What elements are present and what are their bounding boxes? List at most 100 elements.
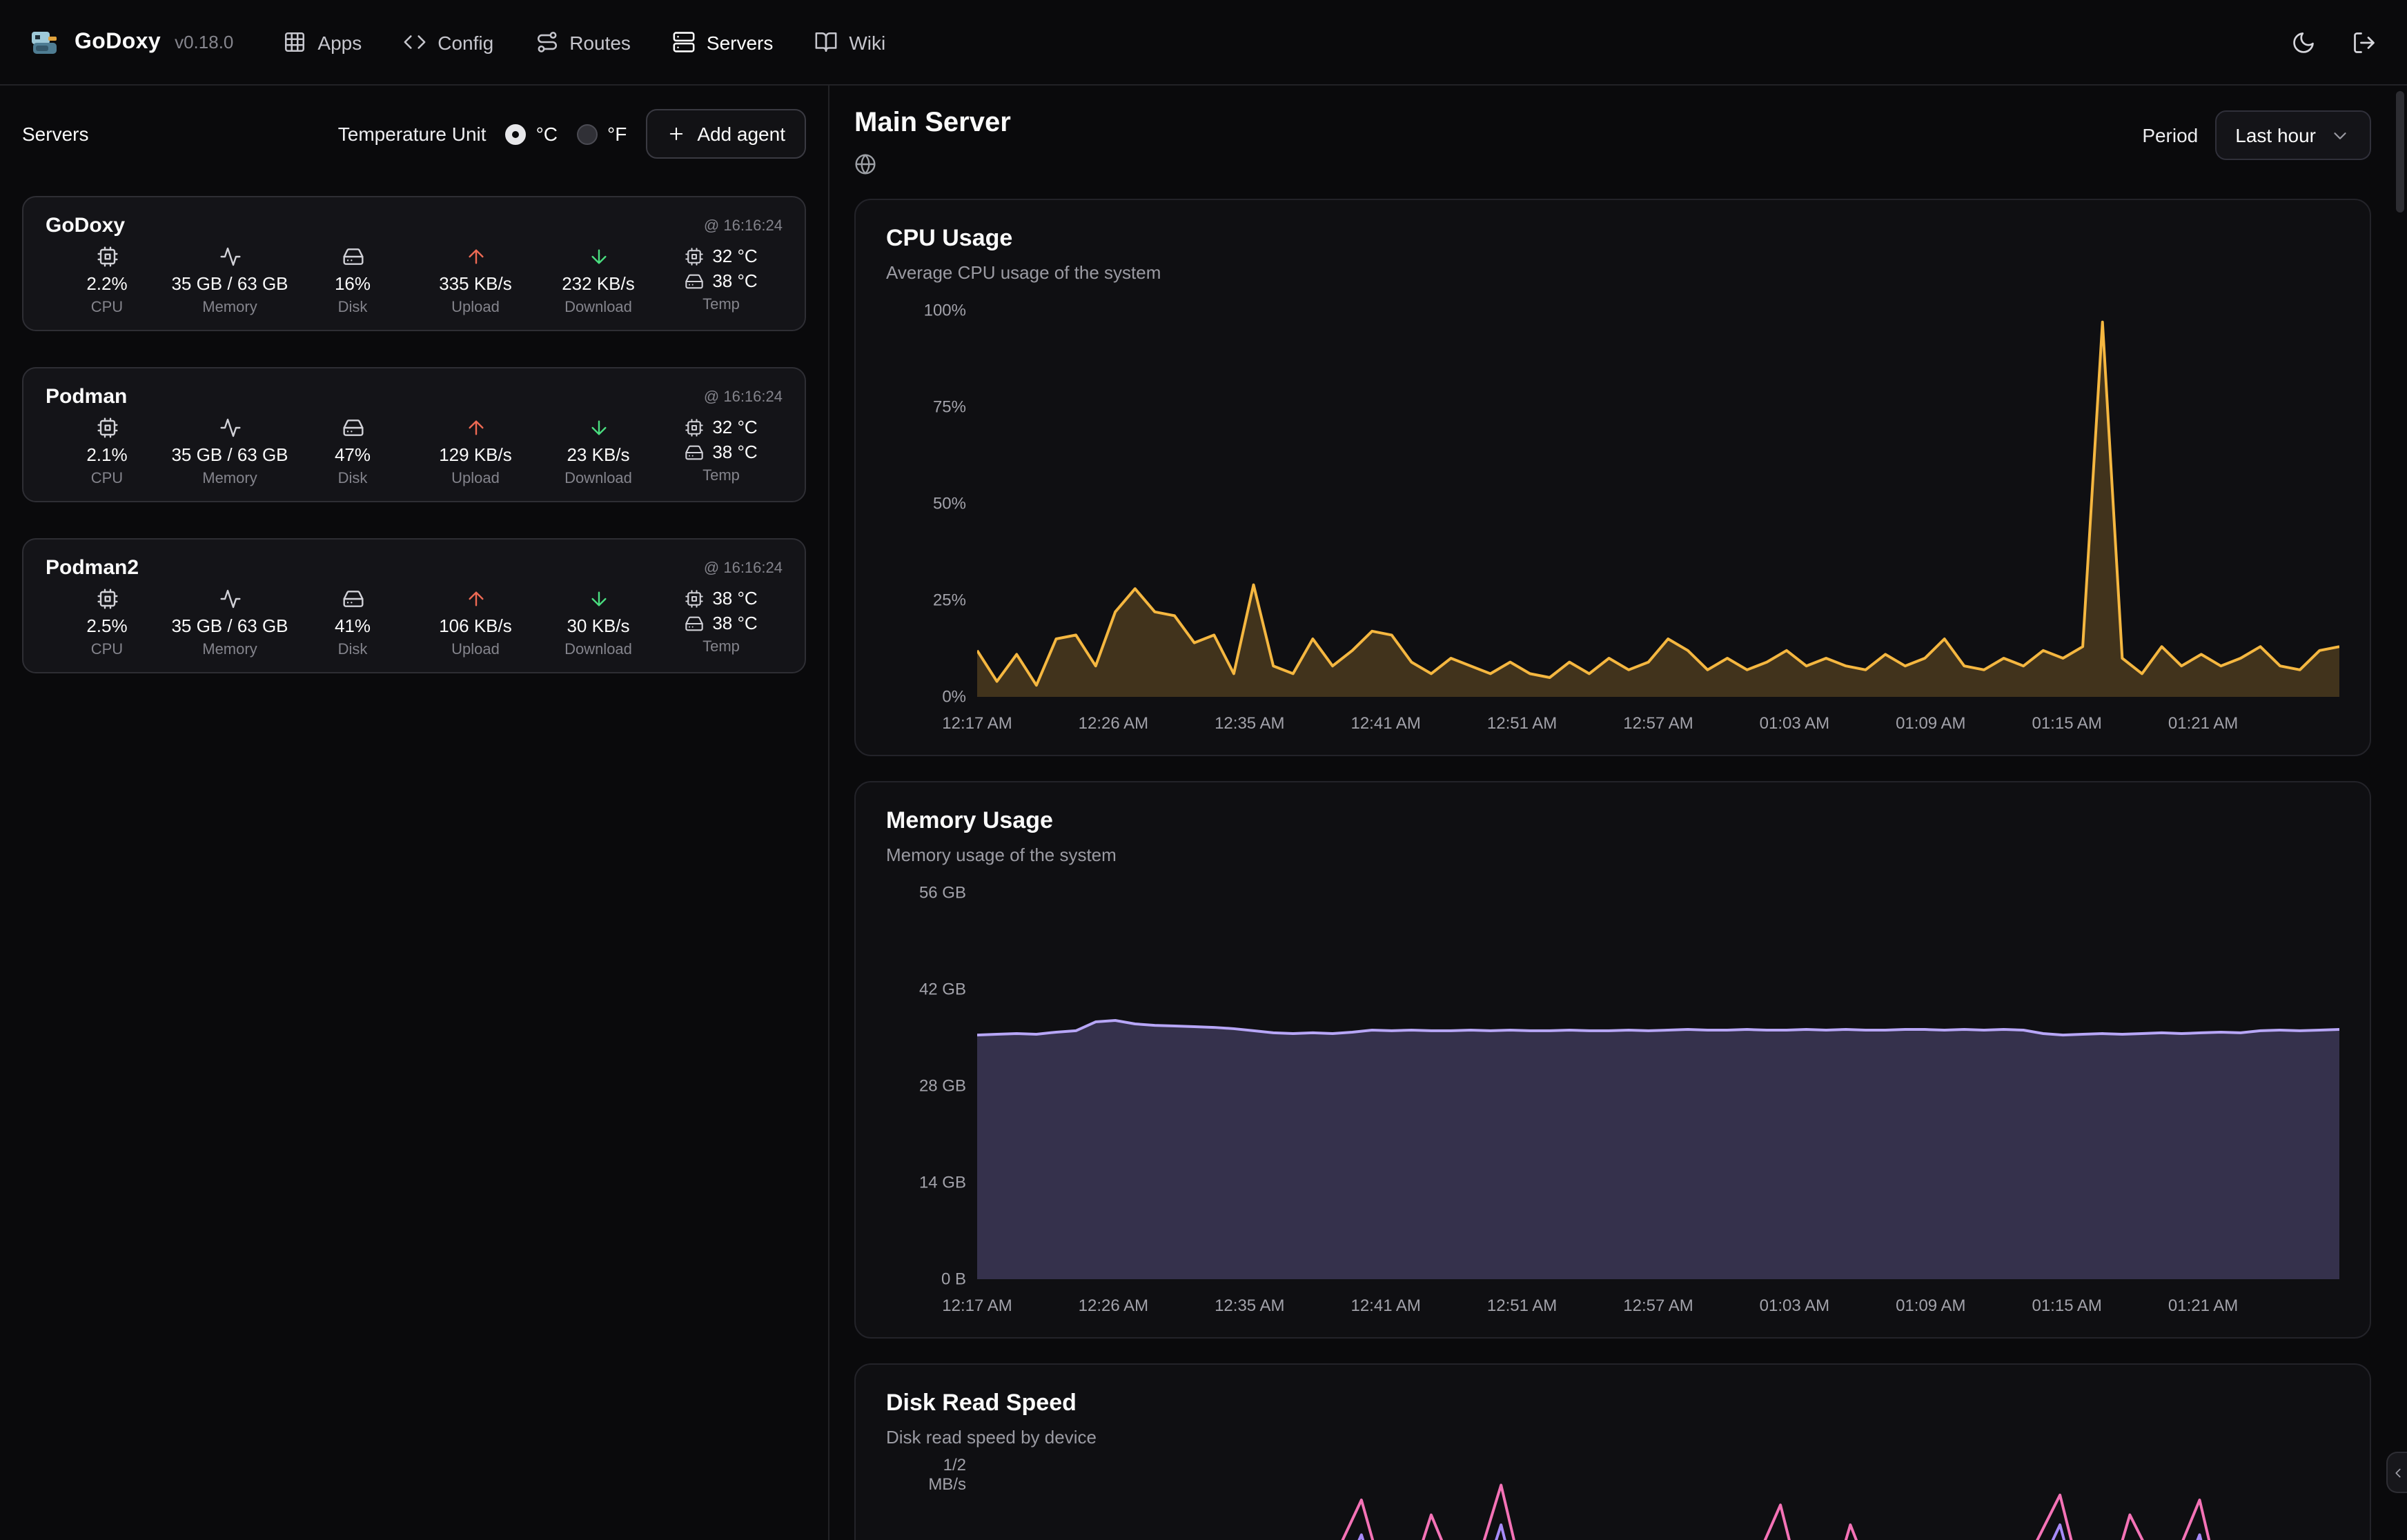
cpu-chip-icon: [96, 417, 118, 439]
nav-item-apps[interactable]: Apps: [283, 30, 362, 54]
cpu-temp-value: 32 °C: [712, 246, 757, 266]
collapse-panel-handle[interactable]: [2386, 1452, 2407, 1493]
top-navbar: GoDoxy v0.18.0 Apps Config Routes Serve: [0, 0, 2407, 86]
cpu-stat: 2.5% CPU: [46, 588, 168, 658]
y-axis: 100%75%50%25%0%: [886, 310, 966, 697]
period-control: Period Last hour: [2142, 110, 2371, 160]
x-axis-tick: 12:26 AM: [1079, 713, 1148, 733]
disk-value: 16%: [335, 273, 371, 294]
server-card[interactable]: Podman2 @ 16:16:24 2.5% CPU 35 GB / 63 G…: [22, 538, 806, 673]
download-value: 232 KB/s: [562, 273, 635, 294]
upload-value: 335 KB/s: [439, 273, 512, 294]
disk-temp-value: 38 °C: [712, 270, 757, 291]
server-card[interactable]: Podman @ 16:16:24 2.1% CPU 35 GB / 63 GB…: [22, 367, 806, 502]
y-axis-tick: 1/2 MB/s: [928, 1455, 966, 1495]
disk-read-speed-chart: 1/2 MB/s: [886, 1475, 2339, 1540]
moon-icon[interactable]: [2291, 30, 2316, 55]
server-stats: 2.1% CPU 35 GB / 63 GB Memory 47% Disk 1…: [46, 417, 783, 487]
download-stat: 30 KB/s Download: [537, 588, 660, 658]
chart-title: Disk Read Speed: [886, 1390, 2339, 1417]
disk-temp-row: 38 °C: [685, 442, 757, 462]
cpu-usage-card: CPU Usage Average CPU usage of the syste…: [854, 199, 2371, 756]
cpu-chip-icon: [685, 589, 704, 608]
y-axis-tick: 100%: [924, 301, 966, 321]
temp-rows: 32 °C 38 °C: [685, 246, 757, 291]
x-axis: 12:17 AM12:26 AM12:35 AM12:41 AM12:51 AM…: [977, 1296, 2339, 1318]
arrow-up-icon: [464, 417, 487, 439]
memory-value: 35 GB / 63 GB: [171, 273, 288, 294]
disk-temp-value: 38 °C: [712, 613, 757, 633]
memory-value: 35 GB / 63 GB: [171, 615, 288, 636]
hard-drive-icon: [685, 442, 704, 462]
temp-stat: 32 °C 38 °C Temp: [660, 417, 783, 484]
nav-item-routes[interactable]: Routes: [535, 30, 631, 54]
server-card-header: Podman @ 16:16:24: [46, 385, 783, 408]
upload-label: Upload: [451, 299, 500, 316]
cpu-value: 2.2%: [86, 273, 127, 294]
chart-plot-area: [977, 1475, 2339, 1540]
cpu-temp-row: 32 °C: [685, 417, 757, 437]
cpu-temp-row: 32 °C: [685, 246, 757, 266]
nav-label: Apps: [317, 31, 362, 53]
chart-title: Memory Usage: [886, 807, 2339, 835]
nav-item-config[interactable]: Config: [403, 30, 493, 54]
cpu-temp-value: 38 °C: [712, 588, 757, 609]
add-agent-button[interactable]: Add agent: [646, 109, 806, 159]
nav-label: Servers: [707, 31, 773, 53]
x-axis-tick: 12:17 AM: [942, 1296, 1012, 1315]
upload-stat: 129 KB/s Upload: [414, 417, 537, 487]
nav-item-servers[interactable]: Servers: [672, 30, 773, 54]
hard-drive-icon: [685, 271, 704, 290]
scrollbar-thumb[interactable]: [2396, 91, 2404, 213]
temp-label: Temp: [703, 297, 740, 313]
disk-label: Disk: [338, 471, 368, 487]
activity-icon: [219, 588, 241, 610]
nav-item-wiki[interactable]: Wiki: [814, 30, 885, 54]
cpu-temp-row: 38 °C: [685, 588, 757, 609]
memory-label: Memory: [202, 642, 257, 658]
temp-unit-fahrenheit[interactable]: °F: [577, 123, 627, 145]
plus-icon: [667, 124, 686, 144]
temperature-unit-label: Temperature Unit: [338, 123, 487, 145]
add-agent-label: Add agent: [697, 123, 785, 145]
y-axis: 56 GB42 GB28 GB14 GB0 B: [886, 893, 966, 1279]
grid-icon: [283, 30, 306, 54]
server-stats: 2.5% CPU 35 GB / 63 GB Memory 41% Disk 1…: [46, 588, 783, 658]
cpu-stat: 2.2% CPU: [46, 246, 168, 316]
x-axis-tick: 01:21 AM: [2168, 713, 2238, 733]
memory-stat: 35 GB / 63 GB Memory: [168, 588, 291, 658]
memory-usage-card: Memory Usage Memory usage of the system …: [854, 781, 2371, 1339]
arrow-up-icon: [464, 588, 487, 610]
y-axis-tick: 75%: [933, 397, 966, 417]
x-axis-tick: 12:57 AM: [1623, 1296, 1693, 1315]
disk-stat: 47% Disk: [291, 417, 414, 487]
period-select[interactable]: Last hour: [2214, 110, 2371, 160]
x-axis-tick: 12:26 AM: [1079, 1296, 1148, 1315]
upload-value: 106 KB/s: [439, 615, 512, 636]
x-axis-tick: 01:09 AM: [1896, 1296, 1965, 1315]
download-value: 23 KB/s: [567, 444, 629, 465]
upload-value: 129 KB/s: [439, 444, 512, 465]
y-axis-tick: 14 GB: [919, 1173, 966, 1193]
x-axis-tick: 12:35 AM: [1215, 1296, 1284, 1315]
temp-stat: 38 °C 38 °C Temp: [660, 588, 783, 655]
x-axis-tick: 12:17 AM: [942, 713, 1012, 733]
arrow-down-icon: [587, 417, 609, 439]
cpu-chip-icon: [96, 588, 118, 610]
temp-stat: 32 °C 38 °C Temp: [660, 246, 783, 313]
server-card[interactable]: GoDoxy @ 16:16:24 2.2% CPU 35 GB / 63 GB…: [22, 196, 806, 331]
logout-icon[interactable]: [2352, 30, 2377, 55]
temp-unit-celsius[interactable]: °C: [506, 123, 558, 145]
cpu-value: 2.1%: [86, 444, 127, 465]
temperature-unit-group: Temperature Unit °C °F Add agent: [338, 109, 806, 159]
server-name: Podman: [46, 385, 127, 408]
main-nav: Apps Config Routes Servers Wiki: [283, 30, 885, 54]
x-axis-tick: 12:57 AM: [1623, 713, 1693, 733]
x-axis-tick: 01:09 AM: [1896, 713, 1965, 733]
chart-plot-area: [977, 310, 2339, 697]
x-axis-tick: 01:03 AM: [1760, 713, 1829, 733]
server-card-header: Podman2 @ 16:16:24: [46, 556, 783, 580]
cpu-usage-chart: 100%75%50%25%0%: [886, 310, 2339, 697]
server-stats: 2.2% CPU 35 GB / 63 GB Memory 16% Disk 3…: [46, 246, 783, 316]
temp-rows: 32 °C 38 °C: [685, 417, 757, 462]
